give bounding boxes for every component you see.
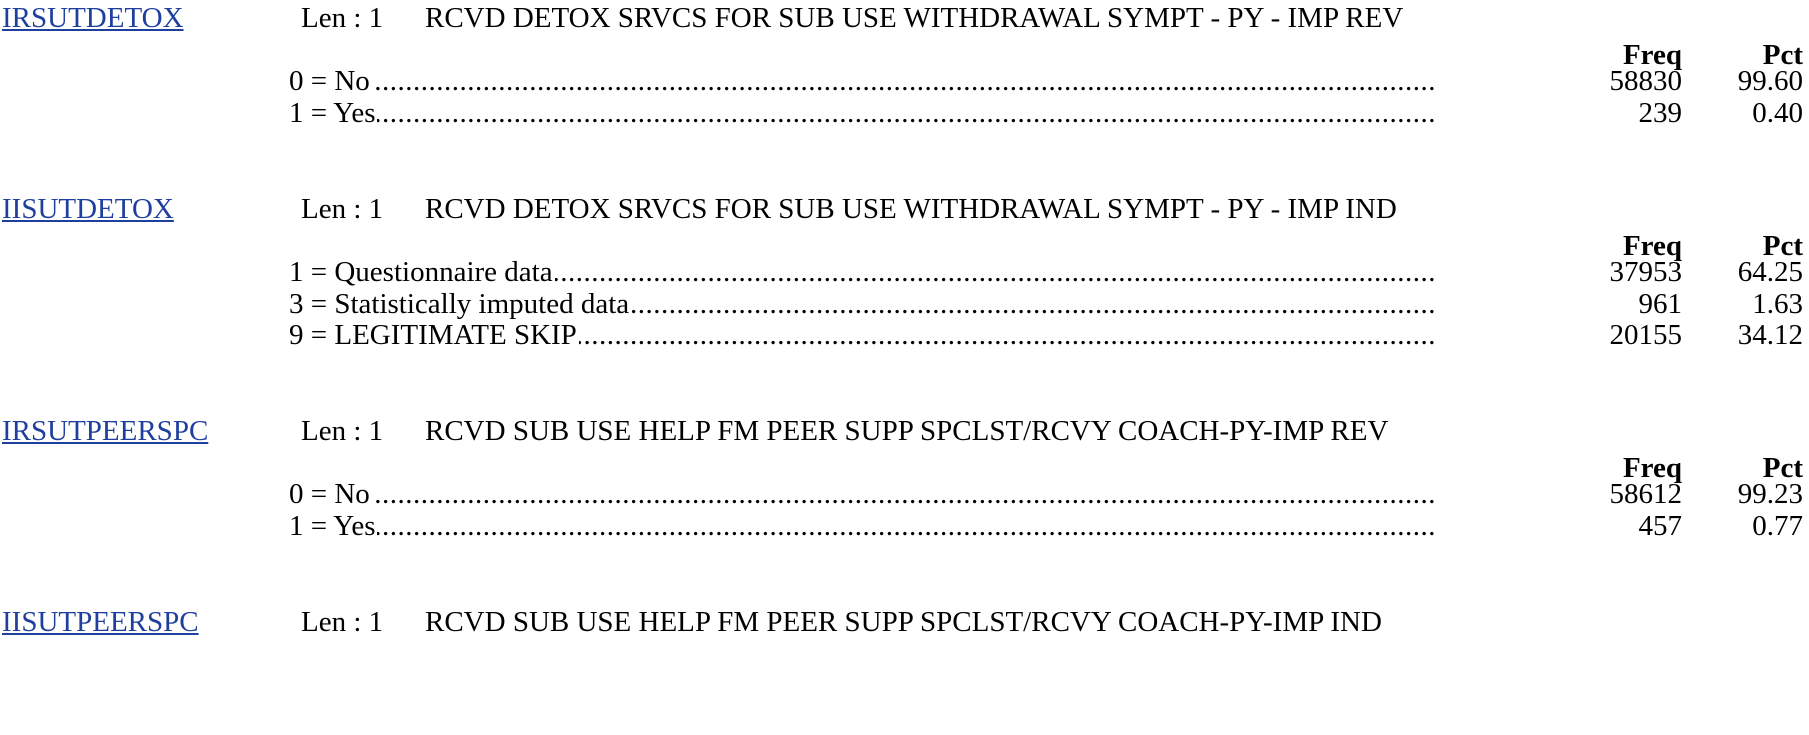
category-label: 9 = LEGITIMATE SKIP (289, 319, 579, 351)
variable-name-link[interactable]: IISUTDETOX (2, 191, 174, 227)
category-cell: ........................................… (289, 508, 1435, 544)
variable-name-link[interactable]: IISUTPEERSPC (2, 604, 199, 640)
category-label: 1 = Yes (289, 96, 378, 129)
category-cell: ........................................… (289, 95, 1435, 131)
frequency-row: ........................................… (0, 508, 1809, 544)
freq-value: 457 (1638, 509, 1683, 542)
variable-length: Len : 1 (301, 193, 384, 225)
pct-value: 0.40 (1752, 96, 1803, 129)
category-cell: ........................................… (289, 317, 1435, 353)
variable-header: IISUTDETOX Len : 1 RCVD DETOX SRVCS FOR SU… (0, 191, 1809, 231)
variable-label: RCVD DETOX SRVCS FOR SUB USE WITHDRAWAL … (425, 2, 1404, 34)
frequency-row: ........................................… (0, 95, 1809, 131)
category-label: 3 = Statistically imputed data (289, 287, 632, 320)
variable-name-link[interactable]: IRSUTPEERSPC (2, 413, 208, 449)
variable-label: RCVD SUB USE HELP FM PEER SUPP SPCLST/RC… (425, 415, 1389, 447)
dot-leader: ........................................… (289, 509, 1435, 542)
category-label: 0 = No (289, 478, 372, 510)
variable-header: IRSUTDETOX Len : 1 RCVD DETOX SRVCS FOR SU… (0, 0, 1809, 40)
variable-length: Len : 1 (301, 2, 384, 34)
dot-leader: ........................................… (289, 96, 1435, 129)
variable-name-link[interactable]: IRSUTDETOX (2, 0, 184, 36)
variable-length: Len : 1 (301, 606, 384, 638)
pct-value: 34.12 (1737, 319, 1803, 351)
variable-length: Len : 1 (301, 415, 384, 447)
pct-value: 0.77 (1752, 509, 1803, 542)
variable-header: IISUTPEERSPC Len : 1 RCVD SUB USE HELP FM … (0, 604, 1809, 644)
variable-header: IRSUTPEERSPC Len : 1 RCVD SUB USE HELP FM … (0, 413, 1809, 453)
category-label: 1 = Questionnaire data (289, 256, 555, 288)
freq-value: 239 (1638, 96, 1683, 129)
variable-label: RCVD SUB USE HELP FM PEER SUPP SPCLST/RC… (425, 606, 1382, 638)
category-label: 1 = Yes (289, 509, 378, 542)
variable-label: RCVD DETOX SRVCS FOR SUB USE WITHDRAWAL … (425, 193, 1397, 225)
category-label: 0 = No (289, 65, 372, 97)
frequency-row: ........................................… (0, 317, 1809, 353)
freq-value: 20155 (1609, 319, 1683, 351)
